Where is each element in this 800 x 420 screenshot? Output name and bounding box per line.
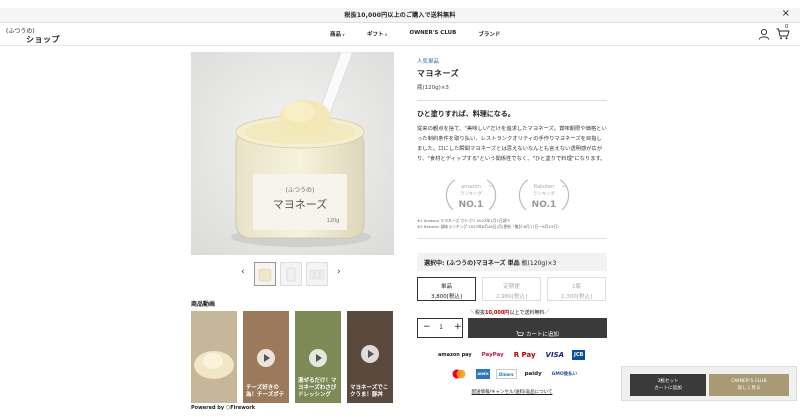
- site-header: (ふつうの) ショップ 商品∨ ギフト∨ OWNER'S CLUB ブランド 0: [0, 22, 800, 46]
- product-description: 従来の観点を捨て、"美味しい"だけを追求したマヨネーズ。賞味期限や価格といった制…: [417, 126, 607, 162]
- video-card-4[interactable]: マヨネーズでこクうま！豚丼: [347, 311, 393, 403]
- thumbnail-strip: ‹ ›: [241, 262, 346, 288]
- option-subscription[interactable]: 定期便 2,980[税込]: [482, 277, 541, 301]
- amazon-pay-logo: amazon pay: [438, 352, 472, 358]
- owners-club-button[interactable]: OWNER'S CLUB 詳しく見る: [709, 374, 789, 396]
- thumbnail-1[interactable]: [254, 262, 276, 286]
- gmo-logo: GMO後払い: [551, 372, 578, 377]
- thumbnail-3[interactable]: [306, 262, 328, 286]
- powered-by-firework: Powered by ⬡Firework: [191, 405, 256, 411]
- svg-text:amazon: amazon: [461, 184, 481, 190]
- svg-text:ランキング: ランキング: [460, 190, 483, 197]
- chevron-left-icon[interactable]: ‹: [241, 267, 245, 277]
- free-shipping-note: ＼税抜10,000円以上で送料無料／: [470, 310, 550, 316]
- svg-text:(ふつうの): (ふつうの): [286, 187, 315, 194]
- user-icon[interactable]: [758, 28, 770, 40]
- product-lead: ひと塗りすれば、料理になる。: [417, 110, 515, 118]
- announcement-bar: 税抜10,000円以上のご購入で送料無料 ×: [0, 8, 800, 22]
- amex-logo: AMEX: [476, 369, 490, 379]
- svg-text:※1: ※1: [489, 184, 494, 188]
- add-set-to-cart-button[interactable]: 3瓶セット カートに追加: [630, 374, 706, 396]
- video-card-2[interactable]: チーズ好きの為！チーズポテ: [243, 311, 289, 403]
- mayonnaise-jar-illustration: (ふつうの) マヨネーズ 120g: [191, 52, 394, 255]
- divider: [417, 238, 607, 239]
- logo-main-text: ショップ: [26, 35, 60, 44]
- product-spec: 瓶(120g)×3: [417, 85, 449, 91]
- divider: [417, 100, 607, 101]
- selected-variant-text: 選択中: (ふつうの)マヨネーズ 単品 瓶(120g)×3: [424, 260, 557, 267]
- video-caption: マヨネーズでこクうま！豚丼: [350, 385, 389, 398]
- selected-variant-bar: 選択中: (ふつうの)マヨネーズ 単品 瓶(120g)×3: [417, 253, 607, 271]
- chevron-down-icon: ∨: [384, 32, 388, 37]
- rakuten-ranking-badge: Rakuten ランキング NO.1 ※2: [518, 178, 570, 214]
- nav-item-owners-club[interactable]: OWNER'S CLUB: [409, 30, 456, 42]
- option-one-jar[interactable]: 1瓶 1,300[税込]: [547, 277, 606, 301]
- nav-item-brand[interactable]: ブランド: [478, 30, 500, 42]
- svg-text:120g: 120g: [327, 218, 340, 224]
- quantity-stepper[interactable]: − 1 +: [417, 318, 463, 338]
- quantity-plus-button[interactable]: +: [454, 322, 462, 332]
- video-card-3[interactable]: 混ぜるだけ！マヨネーズわさびドレッシング: [295, 311, 341, 403]
- svg-text:※2: ※2: [562, 184, 567, 188]
- video-caption: 混ぜるだけ！マヨネーズわさびドレッシング: [298, 378, 337, 398]
- svg-text:マヨネーズ: マヨネーズ: [273, 197, 327, 211]
- play-icon: [361, 345, 379, 363]
- cart-count-badge: 0: [785, 24, 789, 30]
- play-icon: [257, 349, 275, 367]
- jcb-logo: JCB: [572, 350, 586, 360]
- svg-text:NO.1: NO.1: [532, 200, 557, 210]
- product-title: マヨネーズ: [417, 69, 460, 78]
- shipping-policy-link[interactable]: 配送情報/キャンセル/送料/返品について: [417, 389, 607, 395]
- paidy-logo: paidy: [524, 371, 542, 377]
- svg-text:ランキング: ランキング: [533, 190, 556, 197]
- payment-methods-row-1: amazon pay PayPay R Pay VISA JCB: [436, 349, 586, 361]
- play-icon: [309, 349, 327, 367]
- announcement-text: 税抜10,000円以上のご購入で送料無料: [344, 12, 456, 19]
- chevron-down-icon: ∨: [342, 32, 345, 37]
- cart-icon: [516, 331, 524, 336]
- video-card-1[interactable]: [191, 311, 237, 403]
- mastercard-logo: [448, 369, 470, 379]
- videos-heading: 商品動画: [191, 301, 216, 308]
- svg-text:Rakuten: Rakuten: [534, 184, 555, 190]
- site-logo[interactable]: (ふつうの) ショップ: [6, 26, 70, 44]
- visa-logo: VISA: [545, 351, 565, 359]
- add-to-cart-button[interactable]: カートに追加: [468, 318, 607, 338]
- video-caption: チーズ好きの為！チーズポテ: [246, 385, 285, 398]
- option-single[interactable]: 単品 3,800[税込]: [417, 277, 476, 301]
- close-icon[interactable]: ×: [782, 8, 790, 19]
- product-category[interactable]: 人気単品: [417, 57, 439, 65]
- main-nav: 商品∨ ギフト∨ OWNER'S CLUB ブランド: [330, 30, 500, 42]
- amazon-ranking-badge: amazon ランキング NO.1 ※1: [445, 178, 497, 214]
- payment-methods-row-2: AMEX Diners paidy GMO後払い: [448, 368, 579, 380]
- nav-item-gift[interactable]: ギフト∨: [367, 30, 387, 42]
- floating-cta-bar: 3瓶セット カートに追加 OWNER'S CLUB 詳しく見る: [621, 366, 797, 401]
- main-product-image[interactable]: (ふつうの) マヨネーズ 120g: [191, 52, 394, 255]
- ranking-notes: ※1 Amazon マヨネーズ カテゴリ 2023年1月7日調べ ※2 Raku…: [417, 218, 561, 229]
- svg-text:NO.1: NO.1: [459, 200, 484, 210]
- diners-logo: Diners: [496, 369, 517, 379]
- thumbnail-2[interactable]: [280, 262, 302, 286]
- paypay-logo: PayPay: [481, 352, 504, 358]
- nav-item-products[interactable]: 商品∨: [330, 30, 345, 42]
- chevron-right-icon[interactable]: ›: [337, 267, 341, 277]
- rakuten-pay-logo: R Pay: [513, 351, 536, 359]
